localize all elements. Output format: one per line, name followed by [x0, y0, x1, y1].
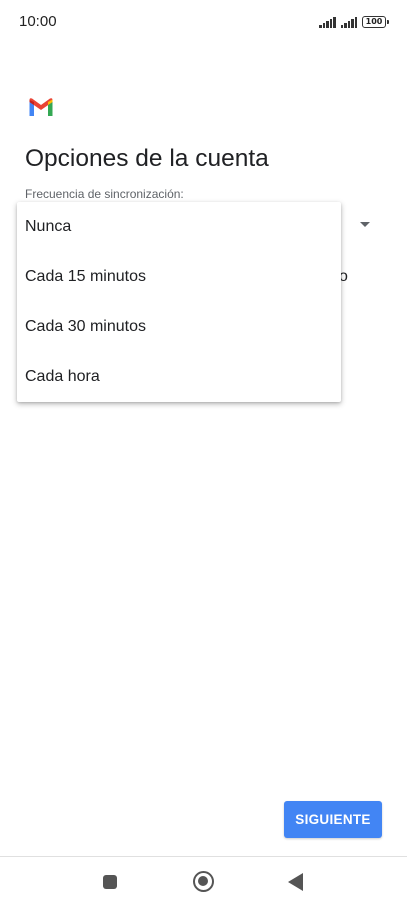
arrow-drop-down-icon[interactable] [360, 222, 370, 227]
dropdown-option-30-min[interactable]: Cada 30 minutos [17, 302, 341, 352]
navigation-bar [0, 856, 407, 906]
circle-icon[interactable] [193, 871, 214, 892]
sync-frequency-dropdown-menu: Nunca Cada 15 minutos Cada 30 minutos Ca… [17, 202, 341, 402]
dropdown-option-hourly[interactable]: Cada hora [17, 352, 341, 402]
battery-level: 100 [365, 17, 383, 26]
battery-icon: 100 [362, 16, 389, 28]
dropdown-option-15-min[interactable]: Cada 15 minutos [17, 252, 341, 302]
triangle-back-icon[interactable] [288, 873, 303, 891]
status-time: 10:00 [19, 13, 57, 30]
status-bar: 10:00 100 [0, 0, 407, 44]
square-icon[interactable] [103, 875, 117, 889]
next-button[interactable]: SIGUIENTE [284, 801, 382, 838]
page-title: Opciones de la cuenta [25, 145, 269, 172]
gmail-logo-icon [29, 98, 53, 116]
sync-frequency-label: Frecuencia de sincronización: [25, 187, 184, 201]
signal-1-icon [319, 16, 336, 28]
signal-2-icon [340, 16, 357, 28]
dropdown-option-never[interactable]: Nunca [17, 202, 341, 252]
status-icons: 100 [319, 14, 389, 28]
